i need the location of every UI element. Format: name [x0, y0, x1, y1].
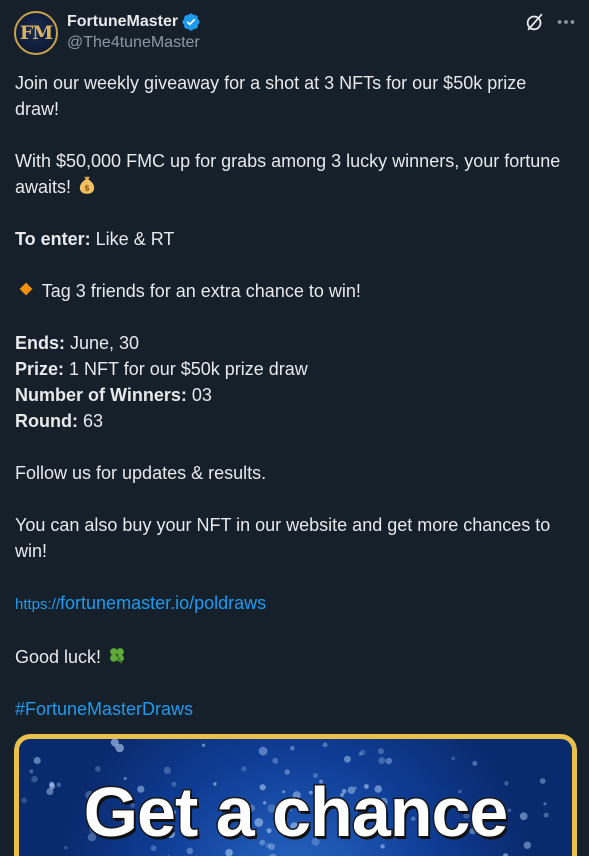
grok-icon[interactable] [524, 11, 546, 33]
tag-text: Tag 3 friends for an extra chance to win… [41, 281, 361, 301]
tweet-media-image[interactable]: Get a chance [14, 734, 577, 856]
enter-line: To enter: Like & RT [15, 226, 575, 252]
money-bag-icon: $ [79, 176, 95, 194]
ends-label: Ends: [15, 333, 66, 353]
svg-text:$: $ [84, 183, 90, 193]
tweet-paragraph-prize-pool: With $50,000 FMC up for grabs among 3 lu… [15, 148, 575, 200]
enter-label: To enter: [15, 229, 91, 249]
website-link[interactable]: https://fortunemaster.io/poldraws [15, 590, 575, 618]
tweet-text: Join our weekly giveaway for a shot at 3… [15, 70, 575, 722]
follow-line: Follow us for updates & results. [15, 463, 267, 483]
enter-value: Like & RT [90, 229, 175, 249]
good-luck-text: Good luck! [15, 647, 102, 667]
tweet-header: FM FortuneMaster @The4tuneMaster [0, 0, 589, 64]
prize-line: Prize: 1 NFT for our $50k prize draw [15, 356, 575, 382]
four-leaf-clover-icon [110, 648, 124, 664]
ends-value: June, 30 [65, 333, 140, 353]
buy-line: You can also buy your NFT in our website… [15, 515, 551, 561]
avatar[interactable]: FM [14, 11, 58, 55]
author-handle[interactable]: @The4tuneMaster [67, 34, 201, 52]
tweet-paragraph-intro: Join our weekly giveaway for a shot at 3… [15, 73, 527, 119]
author-name-block: FortuneMaster @The4tuneMaster [67, 11, 201, 52]
display-name[interactable]: FortuneMaster [67, 13, 178, 31]
orange-diamond-icon [19, 282, 33, 296]
avatar-initials: FM [19, 22, 54, 44]
prize-value: 1 NFT for our $50k prize draw [64, 359, 308, 379]
winners-label: Number of Winners: [15, 385, 187, 405]
good-luck-line: Good luck! [15, 644, 575, 670]
ends-line: Ends: June, 30 [15, 330, 575, 356]
round-line: Round: 63 [15, 408, 575, 434]
round-value: 63 [77, 411, 104, 431]
tag-line: Tag 3 friends for an extra chance to win… [15, 278, 575, 304]
website-link-text[interactable]: fortunemaster.io/poldraws [60, 593, 266, 613]
more-icon[interactable] [555, 11, 577, 33]
prize-label: Prize: [15, 359, 65, 379]
hashtag-link[interactable]: #FortuneMasterDraws [15, 696, 575, 722]
winners-line: Number of Winners: 03 [15, 382, 575, 408]
round-label: Round: [15, 411, 78, 431]
winners-value: 03 [186, 385, 212, 405]
website-link-protocol[interactable]: https:// [15, 596, 60, 613]
verified-badge-icon[interactable] [181, 12, 201, 32]
display-name-row: FortuneMaster [67, 11, 201, 33]
media-headline: Get a chance [82, 772, 510, 853]
